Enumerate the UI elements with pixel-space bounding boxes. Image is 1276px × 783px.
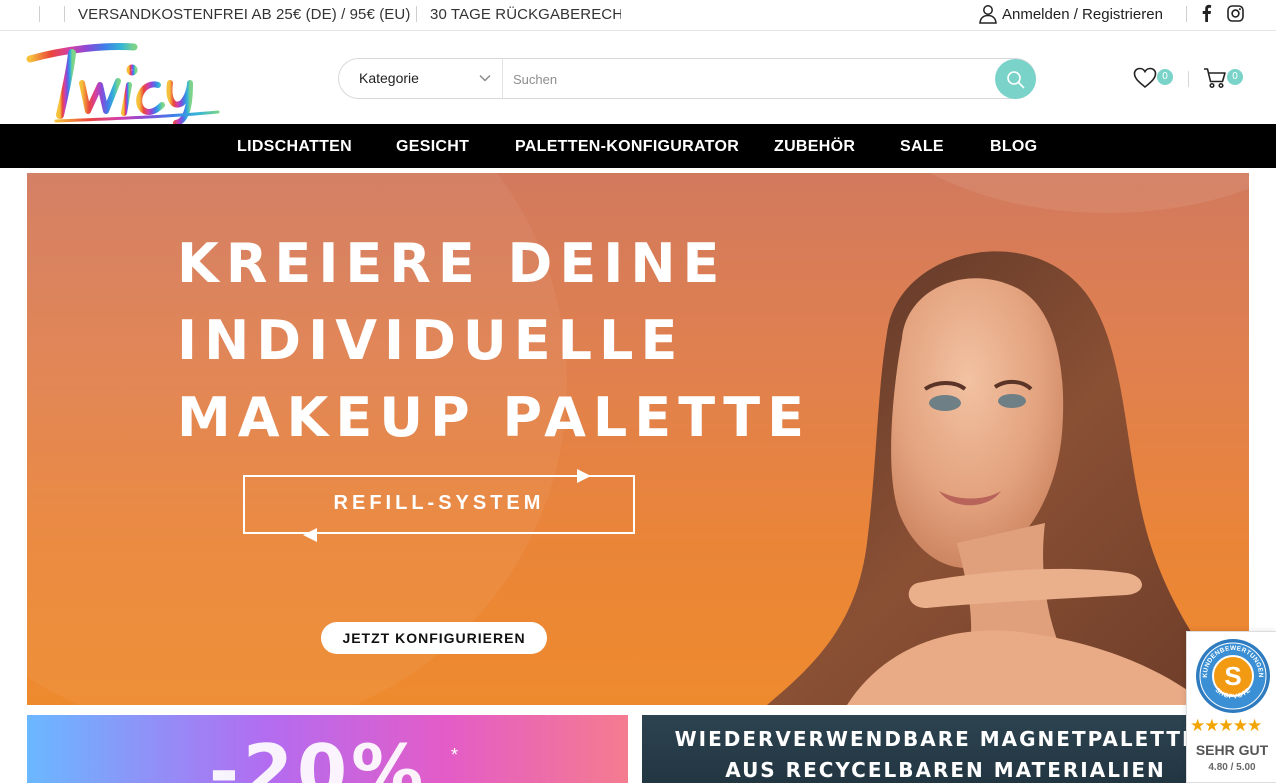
refill-system-label: REFILL-SYSTEM bbox=[333, 492, 545, 514]
nav-item-sale[interactable]: SALE bbox=[900, 138, 944, 156]
instagram-icon[interactable] bbox=[1227, 5, 1244, 22]
arrow-right-icon bbox=[577, 469, 591, 483]
svg-text:S: S bbox=[1224, 661, 1241, 691]
cart-icon[interactable] bbox=[1203, 67, 1227, 89]
discount-footnote-mark: * bbox=[451, 745, 459, 765]
divider bbox=[64, 6, 65, 22]
nav-item-blog[interactable]: BLOG bbox=[990, 138, 1037, 156]
sale-banner[interactable]: -20% * bbox=[27, 715, 628, 783]
facebook-icon[interactable] bbox=[1199, 4, 1213, 22]
divider bbox=[39, 6, 40, 22]
return-message: 30 TAGE RÜCKGABERECHT bbox=[430, 6, 621, 23]
headline-line: MAKEUP PALETTE bbox=[177, 386, 811, 449]
discount-text: -20% bbox=[209, 729, 428, 783]
shipping-message: VERSANDKOSTENFREI AB 25€ (DE) / 95€ (EU) bbox=[78, 6, 411, 23]
hero-banner[interactable]: KREIERE DEINE INDIVIDUELLE MAKEUP PALETT… bbox=[27, 173, 1249, 705]
nav-item-zubehoer[interactable]: ZUBEHÖR bbox=[774, 138, 855, 156]
rating-score: 4.80 / 5.00 bbox=[1208, 762, 1256, 773]
rating-stars: ★★★★★ bbox=[1190, 716, 1262, 735]
shopvote-rating-widget[interactable]: KUNDENBEWERTUNGEN S SHOPVOTE ★★★★★ SEHR … bbox=[1186, 631, 1276, 783]
model-portrait-image bbox=[767, 251, 1249, 705]
login-register-link[interactable]: Anmelden / Registrieren bbox=[1002, 6, 1163, 23]
main-navigation: LIDSCHATTEN GESICHT PALETTEN-KONFIGURATO… bbox=[0, 124, 1276, 168]
hero-headline: KREIERE DEINE INDIVIDUELLE MAKEUP PALETT… bbox=[177, 225, 811, 456]
search-input[interactable] bbox=[513, 69, 983, 89]
rating-grade: SEHR GUT bbox=[1195, 742, 1269, 758]
divider bbox=[1188, 71, 1189, 87]
configure-now-button[interactable]: JETZT KONFIGURIEREN bbox=[321, 622, 547, 654]
search-button[interactable] bbox=[995, 59, 1036, 99]
divider bbox=[416, 6, 417, 22]
banner-line: AUS RECYCELBAREN MATERIALIEN bbox=[725, 758, 1166, 782]
divider bbox=[1186, 6, 1187, 22]
user-icon[interactable] bbox=[978, 4, 998, 24]
search-bar: Kategorie bbox=[338, 58, 1036, 99]
magnet-palette-banner[interactable]: WIEDERVERWENDBARE MAGNETPALETTEN AUS REC… bbox=[642, 715, 1249, 783]
heart-icon[interactable] bbox=[1133, 67, 1157, 89]
arrow-left-icon bbox=[303, 528, 317, 542]
category-label: Kategorie bbox=[359, 70, 419, 86]
headline-line: KREIERE DEINE bbox=[177, 232, 727, 295]
cart-count-badge: 0 bbox=[1227, 69, 1243, 85]
refill-system-box: REFILL-SYSTEM bbox=[243, 475, 635, 534]
wishlist-count-badge: 0 bbox=[1157, 69, 1173, 85]
category-select[interactable]: Kategorie bbox=[339, 59, 503, 98]
chevron-down-icon bbox=[479, 75, 491, 82]
nav-item-paletten-konfigurator[interactable]: PALETTEN-KONFIGURATOR bbox=[515, 138, 739, 156]
site-header: Kategorie 0 0 bbox=[0, 31, 1276, 125]
search-icon bbox=[1007, 71, 1025, 89]
headline-line: INDIVIDUELLE bbox=[177, 309, 685, 372]
nav-item-gesicht[interactable]: GESICHT bbox=[396, 138, 469, 156]
shopvote-seal-icon: KUNDENBEWERTUNGEN S SHOPVOTE bbox=[1196, 639, 1270, 713]
top-bar: VERSANDKOSTENFREI AB 25€ (DE) / 95€ (EU)… bbox=[0, 0, 1276, 31]
twicy-logo[interactable] bbox=[26, 39, 221, 125]
nav-item-lidschatten[interactable]: LIDSCHATTEN bbox=[237, 138, 352, 156]
banner-line: WIEDERVERWENDBARE MAGNETPALETTEN bbox=[674, 727, 1217, 751]
decorative-arc bbox=[847, 173, 1249, 213]
